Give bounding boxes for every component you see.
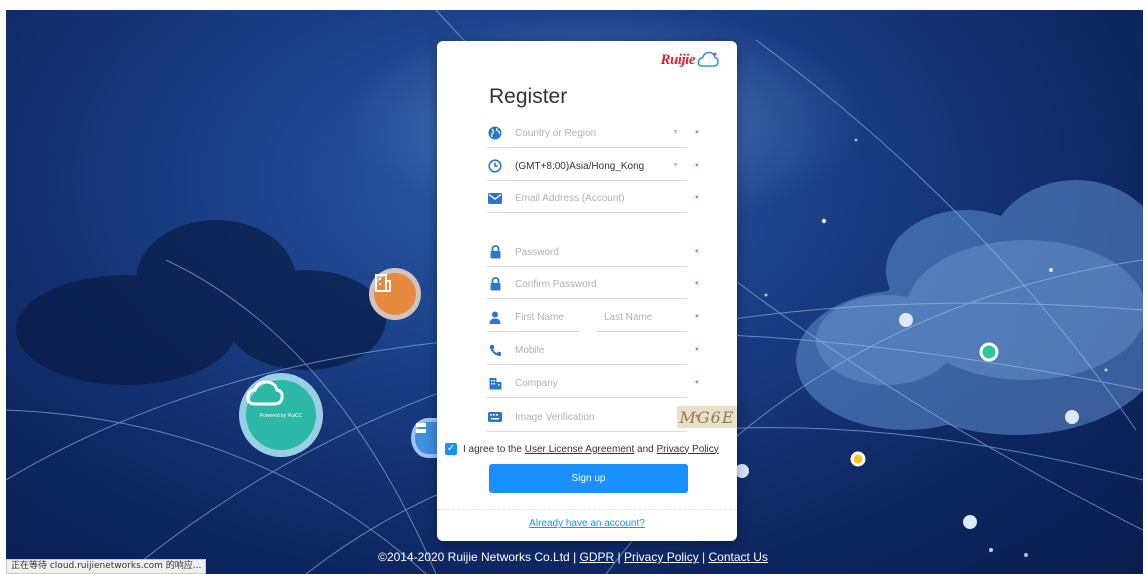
verification-field[interactable]: Image Verification MG6E xyxy=(487,404,737,432)
page-title: Register xyxy=(489,85,568,108)
chevron-down-icon: ▼ xyxy=(672,162,679,169)
required-mark: * xyxy=(695,346,699,357)
required-mark: * xyxy=(695,280,699,291)
footer-privacy-link[interactable]: Privacy Policy xyxy=(624,550,699,564)
timezone-select[interactable]: (GMT+8:00)Asia/Hong_Kong ▼ xyxy=(487,153,687,181)
confirm-password-placeholder: Confirm Password xyxy=(515,279,597,290)
email-placeholder: Email Address (Account) xyxy=(515,193,625,204)
envelope-icon xyxy=(487,190,503,206)
agree-checkbox[interactable]: ✓ xyxy=(445,443,457,455)
confirm-password-field[interactable]: Confirm Password xyxy=(487,271,687,299)
globe-icon xyxy=(487,125,503,141)
country-select[interactable]: Country or Region ▼ xyxy=(487,120,687,148)
verification-placeholder: Image Verification xyxy=(515,412,595,423)
clock-icon xyxy=(487,158,503,174)
required-mark: * xyxy=(695,129,699,140)
required-mark: * xyxy=(695,162,699,173)
captcha-image[interactable]: MG6E xyxy=(677,406,737,428)
copyright-text: ©2014-2020 Ruijie Networks Co.Ltd xyxy=(378,550,570,564)
chevron-down-icon: ▼ xyxy=(672,129,679,136)
cloud-logo-icon xyxy=(697,51,719,67)
browser-status-bar: 正在等待 cloud.ruijienetworks.com 的响应... xyxy=(6,559,207,574)
user-icon xyxy=(487,309,503,325)
footer-separator: | xyxy=(702,550,706,564)
card-divider xyxy=(437,509,737,510)
building-node-icon xyxy=(369,268,421,320)
footer-separator: | xyxy=(617,550,621,564)
required-mark: * xyxy=(695,248,699,259)
powered-badge-text: Powered by RuiCC xyxy=(259,413,303,419)
last-name-placeholder: Last Name xyxy=(604,312,653,323)
mobile-field[interactable]: Mobile xyxy=(487,337,687,365)
first-name-field[interactable]: First Name xyxy=(487,304,579,332)
required-mark: * xyxy=(695,313,699,324)
sign-up-button[interactable]: Sign up xyxy=(489,464,688,493)
footer-separator: | xyxy=(573,550,577,564)
email-field[interactable]: Email Address (Account) xyxy=(487,185,687,213)
first-name-placeholder: First Name xyxy=(515,312,564,323)
agree-and: and xyxy=(637,443,654,455)
agreement-row: ✓ I agree to the User License Agreement … xyxy=(445,443,719,455)
ruijie-logo: Ruijie xyxy=(660,51,719,69)
country-placeholder: Country or Region xyxy=(515,128,597,139)
required-mark: * xyxy=(695,413,699,424)
mobile-placeholder: Mobile xyxy=(515,345,545,356)
building-icon xyxy=(487,375,503,391)
required-mark: * xyxy=(695,379,699,390)
logo-text: Ruijie xyxy=(660,52,695,68)
register-card: Ruijie Register Country or Region ▼ * (G… xyxy=(437,41,737,541)
contact-us-link[interactable]: Contact Us xyxy=(709,550,768,564)
already-have-account-link[interactable]: Already have an account? xyxy=(437,518,737,529)
cloud-badge-icon: Powered by RuiCC xyxy=(239,373,323,457)
password-placeholder: Password xyxy=(515,247,559,258)
timezone-value: (GMT+8:00)Asia/Hong_Kong xyxy=(515,161,645,172)
last-name-field[interactable]: Last Name xyxy=(597,304,687,332)
phone-icon xyxy=(487,342,503,358)
password-field[interactable]: Password xyxy=(487,239,687,267)
privacy-policy-link[interactable]: Privacy Policy xyxy=(656,444,718,455)
company-field[interactable]: Company xyxy=(487,370,687,398)
agree-prefix: I agree to the xyxy=(463,443,522,455)
required-mark: * xyxy=(695,194,699,205)
keyboard-icon xyxy=(487,409,503,425)
gdpr-link[interactable]: GDPR xyxy=(580,550,615,564)
lock-icon xyxy=(487,244,503,260)
lock-icon xyxy=(487,276,503,292)
company-placeholder: Company xyxy=(515,378,558,389)
user-license-link[interactable]: User License Agreement xyxy=(525,444,635,455)
